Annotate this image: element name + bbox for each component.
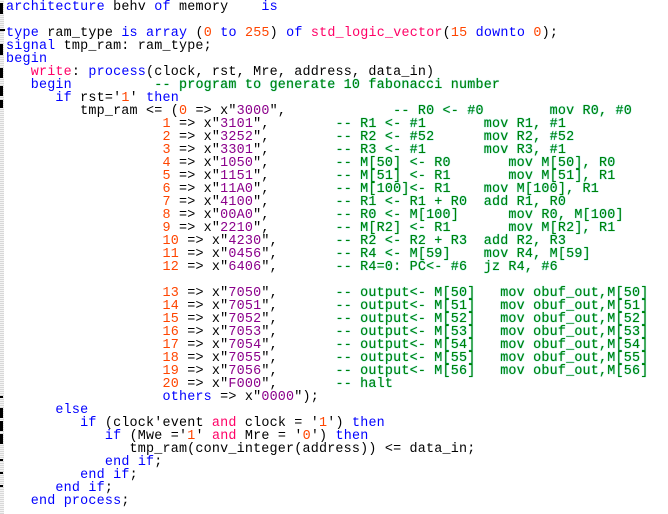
string-token: 0000 [261,390,295,405]
keyword-token: downto [475,26,526,41]
fold-marker[interactable] [0,434,3,444]
keyword-token: of [154,0,171,15]
keyword-token: architecture [6,0,105,15]
code-token: ", [261,260,278,275]
fold-marker[interactable] [0,472,3,474]
keyword-token: end [30,494,56,509]
keyword-token: of [286,26,303,41]
code-token: ; [154,455,163,470]
code-token: "); [294,390,319,405]
fold-marker[interactable] [0,396,3,398]
number-token: 12 [162,260,179,275]
code-token: ); [541,26,559,41]
comment-token: -- R4=0: PC<- #6 jz R4, #6 [277,260,558,275]
code-token: ) [269,26,287,41]
keyword-token: process [63,494,122,509]
code-token: => x" [211,390,262,405]
function-token: std_logic_vector [310,26,443,41]
fold-marker[interactable] [0,86,3,96]
code-token: memory [170,0,262,15]
number-token: 0 [533,26,542,41]
string-token: 6406 [228,260,262,275]
code-token: => x" [178,260,229,275]
code-line[interactable]: 12 => x"6406", -- R4=0: PC<- #6 jz R4, #… [6,261,648,274]
keyword-token: if [137,455,155,470]
code-token: ; [121,494,130,509]
fold-marker[interactable] [0,100,3,108]
number-token: 255 [244,26,270,41]
fold-marker[interactable] [0,44,3,55]
fold-marker[interactable] [0,485,3,487]
code-token: behv [104,0,155,15]
keyword-token: is [261,0,278,15]
code-line[interactable]: others => x"0000"); [6,391,648,404]
number-token: 15 [450,26,468,41]
code-line[interactable]: architecture behv of memory is [6,1,648,14]
code-text[interactable]: architecture behv of memory is type ram_… [6,1,648,508]
code-token: ( [442,26,451,41]
fold-marker[interactable] [0,29,5,31]
code-line[interactable]: signal tmp_ram: ram_type; [6,40,648,53]
fold-marker[interactable] [0,3,3,14]
fold-marker[interactable] [0,408,3,418]
fold-marker[interactable] [0,421,3,431]
fold-marker[interactable] [0,68,3,78]
fold-marker[interactable] [0,459,3,461]
keyword-token: others [162,390,212,405]
code-line[interactable]: end process; [6,495,648,508]
code-token: tmp_ram: ram_type; [55,39,212,54]
keyword-token: to [220,26,237,41]
code-token: ; [129,468,138,483]
keyword-token: if [113,468,130,483]
code-editor[interactable]: architecture behv of memory is type ram_… [0,0,668,514]
